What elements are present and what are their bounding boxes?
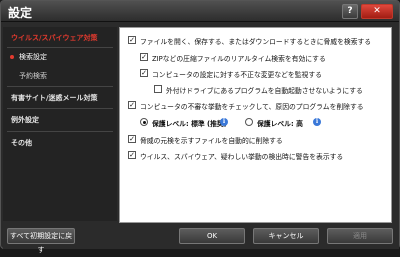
title-bar: 設定 ? ✕ xyxy=(1,1,399,22)
sidebar-item-label: 検索設定 xyxy=(19,53,47,61)
sidebar-item-label: 予約検索 xyxy=(19,72,47,80)
checkbox[interactable]: ✓ xyxy=(140,69,148,77)
radio-standard[interactable] xyxy=(140,118,148,126)
checkbox[interactable]: ✓ xyxy=(128,151,136,159)
checkbox[interactable]: ✓ xyxy=(128,135,136,143)
ok-button[interactable]: OK xyxy=(179,228,245,244)
option-label: ウイルス、スパイウェア、疑わしい挙動の検出時に警告を表示する xyxy=(140,153,344,161)
sidebar-item-label: 例外設定 xyxy=(11,116,39,124)
sidebar-item-label: その他 xyxy=(11,139,32,147)
divider xyxy=(7,47,113,48)
checkbox[interactable]: ✓ xyxy=(154,85,162,93)
apply-button[interactable]: 適用 xyxy=(327,228,393,244)
checkbox[interactable]: ✓ xyxy=(140,53,148,61)
divider xyxy=(7,108,113,109)
help-button[interactable]: ? xyxy=(342,4,358,19)
bullet-icon xyxy=(10,55,14,59)
checkbox[interactable]: ✓ xyxy=(128,101,136,109)
close-button[interactable]: ✕ xyxy=(361,4,393,19)
option-label: 脅威の元検を示すファイルを自動的に削除する xyxy=(140,137,283,145)
option-label: 外付けドライブにあるプログラムを自動起動させないようにする xyxy=(166,87,363,95)
reset-defaults-button[interactable]: すべて初期設定に戻す xyxy=(7,228,75,254)
checkbox[interactable]: ✓ xyxy=(128,36,136,44)
cancel-button[interactable]: キャンセル xyxy=(253,228,319,244)
option-label: ファイルを開く、保存する、またはダウンロードするときに脅威を検索する xyxy=(140,38,372,46)
info-icon[interactable]: i xyxy=(313,118,321,126)
info-icon[interactable]: i xyxy=(220,118,228,126)
settings-window: 設定 ? ✕ ウイルス/スパイウェア対策 検索設定 予約検索 有害サイト/迷惑メ… xyxy=(0,0,400,254)
option-label: ZIPなどの圧縮ファイルのリアルタイム検索を有効にする xyxy=(152,55,326,63)
sidebar-item-virus-spyware[interactable]: ウイルス/スパイウェア対策 xyxy=(3,33,117,45)
sidebar-item-label: ウイルス/スパイウェア対策 xyxy=(11,34,98,42)
radio-high[interactable] xyxy=(245,118,253,126)
settings-panel: ✓ ファイルを開く、保存する、またはダウンロードするときに脅威を検索する ✓ Z… xyxy=(119,27,392,223)
divider xyxy=(7,131,113,132)
window-title: 設定 xyxy=(8,6,33,20)
radio-label: 保護レベル: 高 xyxy=(257,120,303,128)
radio-label: 保護レベル: 標準 (推奨) xyxy=(152,120,227,128)
divider xyxy=(7,86,113,87)
sidebar: ウイルス/スパイウェア対策 検索設定 予約検索 有害サイト/迷惑メール対策 例外… xyxy=(3,27,117,221)
footer: すべて初期設定に戻す OK キャンセル 適用 xyxy=(3,223,399,254)
option-label: コンピュータの設定に対する不正な変更などを監視する xyxy=(152,71,322,79)
sidebar-item-label: 有害サイト/迷惑メール対策 xyxy=(11,94,98,102)
option-label: コンピュータの不審な挙動をチェックして、原因のプログラムを削除する xyxy=(140,103,364,111)
